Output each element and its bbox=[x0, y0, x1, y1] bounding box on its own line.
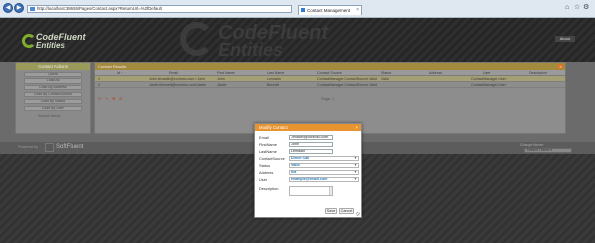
browser-chrome: ◀ ▶ http://localhost:38655/Pages/Contact… bbox=[0, 0, 595, 18]
grid-close-icon[interactable]: × bbox=[558, 64, 563, 69]
watermark-line2: Entities bbox=[218, 40, 284, 60]
dialog-title: Modify Contact bbox=[259, 125, 288, 130]
softfluent-logo-icon bbox=[45, 143, 54, 152]
logo-text-line2: Entities bbox=[36, 41, 65, 50]
resize-handle-icon[interactable] bbox=[356, 212, 360, 216]
description-label: Description bbox=[259, 186, 279, 191]
chevron-down-icon: ▼ bbox=[353, 177, 357, 181]
add-icon[interactable]: ⊞ bbox=[119, 97, 122, 101]
forward-button[interactable]: ▶ bbox=[14, 3, 24, 13]
powered-by-label: Powered by bbox=[18, 145, 39, 149]
address-label: Address bbox=[259, 170, 274, 175]
cell-email: Javier.Bennett@contoso.com/Javier bbox=[149, 83, 207, 87]
sidebar-button-users[interactable]: Users bbox=[24, 71, 82, 77]
softfluent-brand[interactable]: SoftFluent bbox=[56, 144, 83, 150]
cell-user: ContactManager.User bbox=[471, 83, 506, 87]
tab-title: Contact Management bbox=[307, 8, 351, 13]
contact-source-select[interactable]: Direct Call ▼ bbox=[289, 156, 359, 162]
codefluent-logo[interactable]: CodeFluent Entities bbox=[22, 32, 102, 56]
cell-id: 2 bbox=[98, 83, 100, 87]
theme-label: Change theme: bbox=[520, 143, 544, 147]
status-label: Status bbox=[259, 163, 271, 168]
address-select[interactable]: n/a ▼ bbox=[289, 170, 359, 176]
email-field-row: Email Jlmadin@contoso.com bbox=[259, 135, 359, 141]
gear-icon[interactable]: ⚙ bbox=[583, 4, 589, 12]
first-name-input[interactable]: John bbox=[289, 142, 333, 148]
page-icon bbox=[30, 7, 35, 11]
email-label: Email bbox=[259, 135, 269, 140]
address-value: n/a bbox=[291, 170, 297, 174]
edit-icon[interactable]: ✎ bbox=[105, 97, 108, 101]
textarea-scrollbar[interactable] bbox=[329, 187, 332, 195]
tab-contact-management[interactable]: Contact Management × bbox=[298, 5, 362, 15]
chevron-down-icon: ▼ bbox=[353, 163, 357, 167]
status-select[interactable]: Valid ▼ bbox=[289, 163, 359, 169]
sidebar-button-load-all[interactable]: Load All bbox=[24, 78, 82, 84]
tab-close-icon[interactable]: × bbox=[356, 6, 359, 15]
contact-source-value: Direct Call bbox=[291, 156, 310, 160]
description-field-row: Description bbox=[259, 186, 359, 196]
save-button[interactable]: Save bbox=[325, 208, 337, 214]
home-icon[interactable]: ⌂ bbox=[565, 4, 569, 12]
logo-mark-icon bbox=[22, 34, 36, 48]
status-field-row: Status Valid ▼ bbox=[259, 163, 359, 169]
sidebar-button-load-by-status[interactable]: Load By Status bbox=[24, 98, 82, 104]
grid-pager: ⟳ ✎ ✖ ⊞ Page: 1 bbox=[95, 96, 565, 102]
dialog-title-bar[interactable]: Modify Contact × bbox=[255, 124, 361, 131]
star-icon[interactable]: ☆ bbox=[574, 4, 580, 12]
dialog-close-icon[interactable]: × bbox=[355, 124, 358, 131]
user-field-row: User example@email.com ▼ bbox=[259, 177, 359, 183]
email-input[interactable]: Jlmadin@contoso.com bbox=[289, 135, 333, 141]
cell-contact-source: ContactManager.ContactSource.Valid bbox=[317, 83, 377, 87]
about-button[interactable]: About bbox=[555, 36, 575, 42]
sidebar-title: Contact Actions bbox=[16, 63, 90, 70]
sidebar-button-load-by-user[interactable]: Load By User bbox=[24, 105, 82, 111]
last-name-input[interactable]: Lemadin bbox=[289, 149, 333, 155]
url-text: http://localhost:38655/Pages/Contact.asp… bbox=[37, 6, 162, 11]
first-name-label: FirstName bbox=[259, 142, 277, 147]
user-value: example@email.com bbox=[291, 177, 328, 181]
address-bar[interactable]: http://localhost:38655/Pages/Contact.asp… bbox=[27, 5, 292, 13]
user-select[interactable]: example@email.com ▼ bbox=[289, 177, 359, 183]
contact-source-field-row: ContactSource Direct Call ▼ bbox=[259, 156, 359, 162]
last-name-field-row: LastName Lemadin bbox=[259, 149, 359, 155]
first-name-field-row: FirstName John bbox=[259, 142, 359, 148]
theme-select[interactable]: Default Theme ▾ bbox=[524, 148, 572, 153]
status-value: Valid bbox=[291, 163, 300, 167]
table-row[interactable]: 2 Javier.Bennett@contoso.com/Javier Javi… bbox=[95, 82, 565, 88]
sidebar-button-load-by-contactsource[interactable]: Load By ContactSource bbox=[24, 91, 82, 98]
refresh-icon[interactable]: ⟳ bbox=[98, 97, 101, 101]
favicon-icon bbox=[301, 8, 305, 12]
pager-text: Page: 1 bbox=[321, 97, 335, 101]
grid-title: Contact Results bbox=[98, 64, 127, 69]
sidebar: Contact Actions Users Load All Load By A… bbox=[15, 62, 91, 134]
cell-last-name: Bennett bbox=[267, 83, 280, 87]
cell-first-name: Javier bbox=[217, 83, 227, 87]
modify-contact-dialog: Modify Contact × Email Jlmadin@contoso.c… bbox=[254, 123, 362, 218]
contact-source-label: ContactSource bbox=[259, 156, 285, 161]
back-button[interactable]: ◀ bbox=[3, 3, 13, 13]
search-items-link[interactable]: Search Items bbox=[38, 114, 90, 118]
grid-title-bar: Contact Results × bbox=[95, 63, 565, 70]
page-header: CodeFluent Entities CodeFluent Entities … bbox=[0, 18, 595, 62]
delete-icon[interactable]: ✖ bbox=[112, 97, 115, 101]
description-textarea[interactable] bbox=[289, 186, 333, 196]
chevron-down-icon: ▼ bbox=[353, 156, 357, 160]
user-label: User bbox=[259, 177, 268, 182]
cancel-button[interactable]: Cancel bbox=[339, 208, 354, 214]
address-field-row: Address n/a ▼ bbox=[259, 170, 359, 176]
sidebar-button-load-by-address[interactable]: Load By Address bbox=[24, 85, 82, 91]
last-name-label: LastName bbox=[259, 149, 277, 154]
chevron-down-icon: ▼ bbox=[353, 170, 357, 174]
header-watermark: CodeFluent Entities bbox=[180, 20, 380, 60]
watermark-mark-icon bbox=[180, 22, 214, 56]
